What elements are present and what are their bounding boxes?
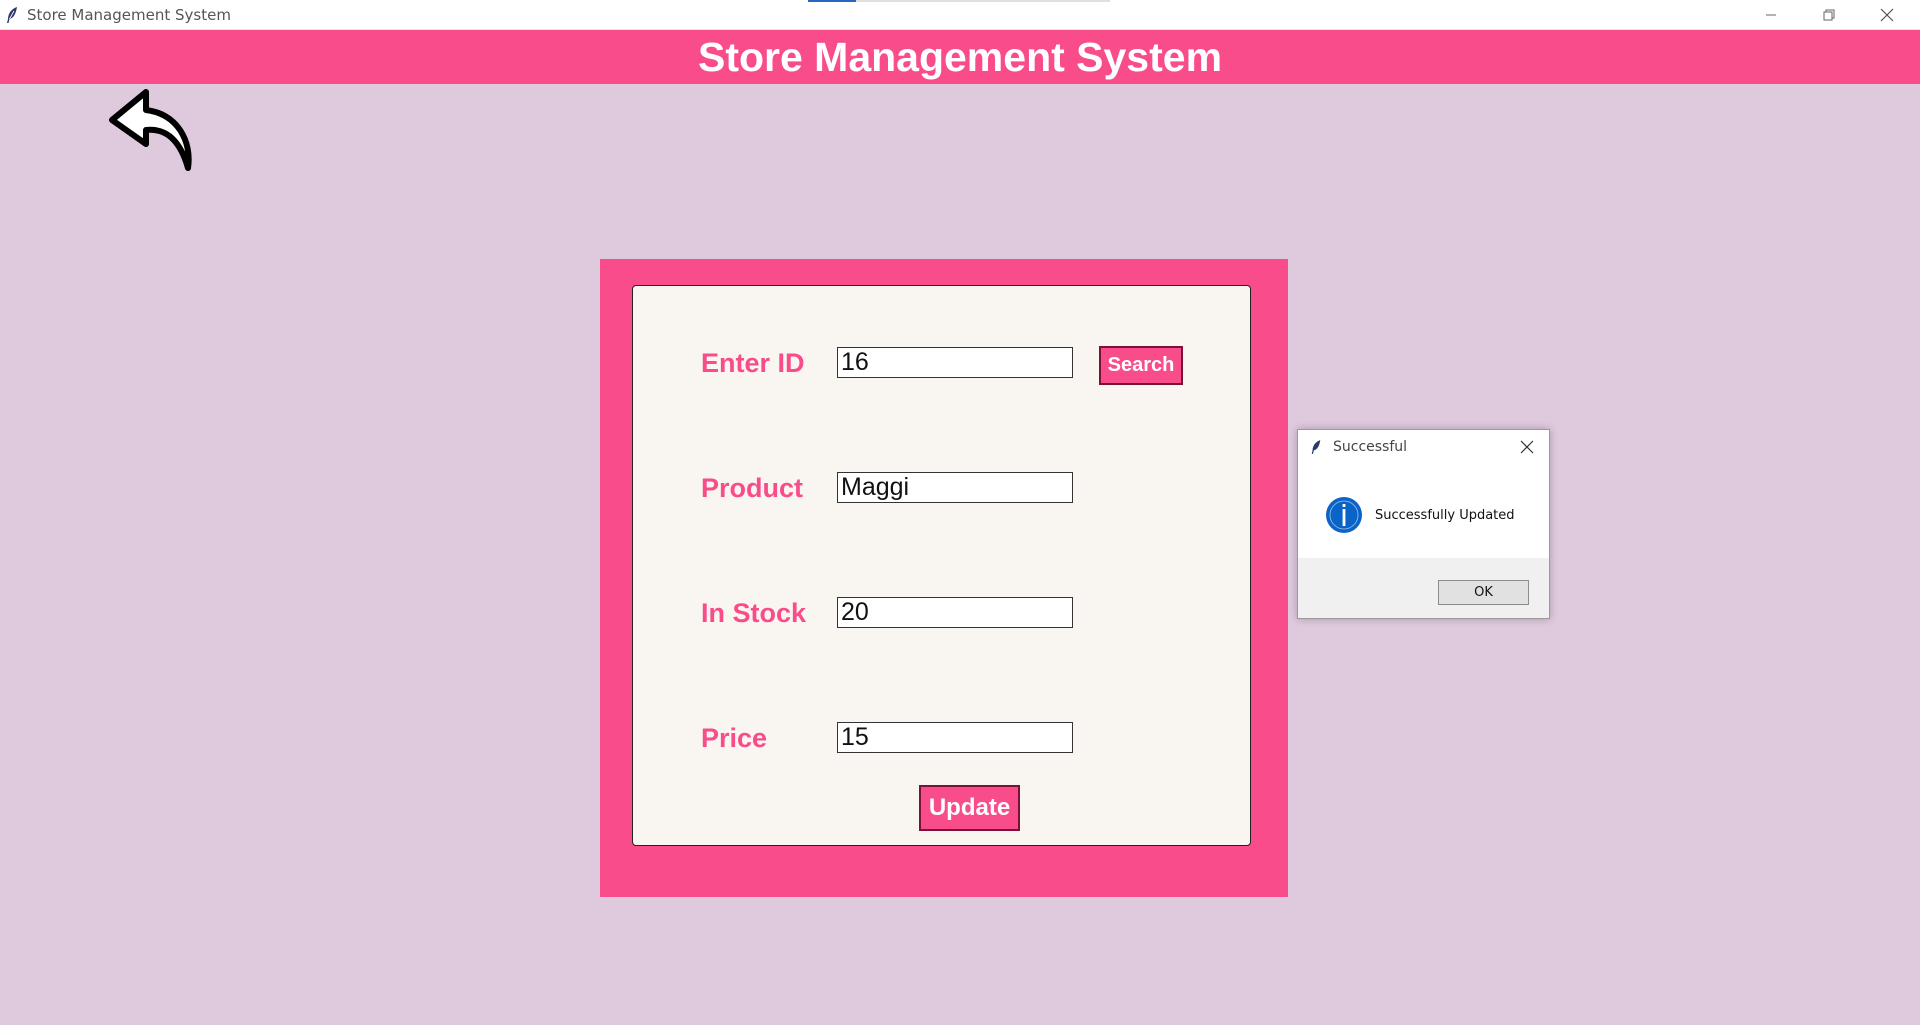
product-label: Product xyxy=(701,473,804,503)
info-icon xyxy=(1326,497,1362,533)
id-input[interactable] xyxy=(837,347,1073,378)
taskbar-progress xyxy=(808,0,1110,2)
form-panel: Enter ID Search Product In Stock Price U… xyxy=(632,285,1251,846)
feather-icon xyxy=(1311,440,1321,454)
page-title: Store Management System xyxy=(697,33,1223,80)
in-stock-label: In Stock xyxy=(701,598,807,628)
in-stock-input[interactable] xyxy=(837,597,1073,628)
dialog-title: Successful xyxy=(1333,439,1408,455)
minimize-button[interactable] xyxy=(1742,0,1800,29)
app-header: Store Management System xyxy=(0,30,1920,84)
window-title-bar: Store Management System xyxy=(0,0,1920,30)
enter-id-label: Enter ID xyxy=(701,348,805,378)
taskbar-progress-fill xyxy=(808,0,857,2)
window-title: Store Management System xyxy=(27,6,231,24)
product-input[interactable] xyxy=(837,472,1073,503)
back-button[interactable] xyxy=(108,86,198,176)
restore-button[interactable] xyxy=(1800,0,1858,29)
feather-icon xyxy=(7,7,17,23)
success-dialog: Successful Successfully Updated OK xyxy=(1297,429,1550,619)
close-icon[interactable] xyxy=(1518,438,1536,456)
back-arrow-icon xyxy=(109,89,192,171)
ok-button[interactable]: OK xyxy=(1438,580,1529,605)
close-button[interactable] xyxy=(1858,0,1916,29)
form-card: Enter ID Search Product In Stock Price U… xyxy=(600,259,1288,897)
dialog-message: Successfully Updated xyxy=(1375,508,1515,523)
restore-icon xyxy=(1823,9,1835,20)
search-button[interactable]: Search xyxy=(1099,346,1183,385)
price-label: Price xyxy=(701,723,768,753)
close-icon xyxy=(1880,8,1894,21)
price-input[interactable] xyxy=(837,722,1073,753)
update-button[interactable]: Update xyxy=(919,785,1020,831)
minimize-icon xyxy=(1766,14,1776,15)
